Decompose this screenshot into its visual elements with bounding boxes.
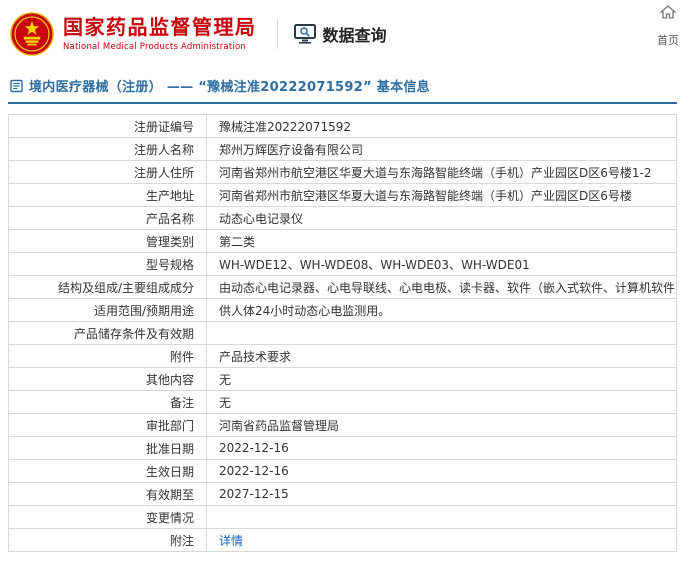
table-row: 适用范围/预期用途 供人体24小时动态心电监测用。 bbox=[8, 298, 677, 322]
row-label: 管理类别 bbox=[8, 229, 207, 253]
table-row: 型号规格 WH-WDE12、WH-WDE08、WH-WDE03、WH-WDE01 bbox=[8, 252, 677, 276]
agency-title: 国家药品监督管理局 bbox=[63, 14, 257, 39]
row-value: 豫械注准20222071592 bbox=[206, 114, 677, 138]
table-row: 注册人名称 郑州万辉医疗设备有限公司 bbox=[8, 137, 677, 161]
home-label[interactable]: 首页 bbox=[657, 32, 679, 48]
row-label: 注册人名称 bbox=[8, 137, 207, 161]
row-label: 备注 bbox=[8, 390, 207, 414]
info-table-body: 注册证编号 豫械注准20222071592 注册人名称 郑州万辉医疗设备有限公司 注册人… bbox=[8, 114, 677, 552]
row-label: 型号规格 bbox=[8, 252, 207, 276]
row-label: 审批部门 bbox=[8, 413, 207, 437]
row-label: 注册证编号 bbox=[8, 114, 207, 138]
table-row: 注册人住所 河南省郑州市航空港区华夏大道与东海路智能终端（手机）产业园区D区6号楼… bbox=[8, 160, 677, 184]
row-value: 河南省药品监督管理局 bbox=[206, 413, 677, 437]
row-label: 批准日期 bbox=[8, 436, 207, 460]
document-icon bbox=[10, 79, 23, 92]
info-table: 注册证编号 豫械注准20222071592 注册人名称 郑州万辉医疗设备有限公司 注册人… bbox=[8, 114, 677, 552]
table-row: 附件 产品技术要求 bbox=[8, 344, 677, 368]
row-label: 结构及组成/主要组成成分 bbox=[8, 275, 207, 299]
row-value bbox=[206, 321, 677, 345]
row-label: 生效日期 bbox=[8, 459, 207, 483]
table-row: 产品储存条件及有效期 bbox=[8, 321, 677, 345]
home-icon[interactable] bbox=[660, 5, 676, 19]
table-row: 审批部门 河南省药品监督管理局 bbox=[8, 413, 677, 437]
row-value: 由动态心电记录器、心电导联线、心电电极、读卡器、软件（嵌入式软件、计算机软件）组… bbox=[206, 275, 677, 299]
data-query-section: 数据查询 bbox=[293, 22, 387, 46]
row-value: 第二类 bbox=[206, 229, 677, 253]
agency-subtitle: National Medical Products Administration bbox=[63, 41, 246, 52]
section-title: 数据查询 bbox=[322, 25, 387, 45]
page-title-bar: 境内医疗器械（注册） —— “豫械注准20222071592” 基本信息 bbox=[8, 76, 677, 104]
agency-brand: 国家药品监督管理局 National Medical Products Admi… bbox=[10, 11, 257, 56]
agency-names: 国家药品监督管理局 National Medical Products Admi… bbox=[63, 16, 257, 52]
row-value: WH-WDE12、WH-WDE08、WH-WDE03、WH-WDE01 bbox=[206, 252, 677, 276]
row-value: 产品技术要求 bbox=[206, 344, 677, 368]
row-value: 河南省郑州市航空港区华夏大道与东海路智能终端（手机）产业园区D区6号楼 bbox=[206, 183, 677, 207]
row-label: 产品名称 bbox=[8, 206, 207, 230]
table-row: 附注 详情 bbox=[8, 528, 677, 552]
page-title: 境内医疗器械（注册） —— “豫械注准20222071592” 基本信息 bbox=[29, 80, 430, 95]
table-row: 生产地址 河南省郑州市航空港区华夏大道与东海路智能终端（手机）产业园区D区6号楼 bbox=[8, 183, 677, 207]
header-divider bbox=[276, 18, 278, 49]
table-row: 结构及组成/主要组成成分 由动态心电记录器、心电导联线、心电电极、读卡器、软件（嵌… bbox=[8, 275, 677, 299]
row-label: 附件 bbox=[8, 344, 207, 368]
table-row: 批准日期 2022-12-16 bbox=[8, 436, 677, 460]
row-value: 详情 bbox=[206, 528, 677, 552]
details-link[interactable]: 详情 bbox=[219, 534, 243, 548]
row-label: 注册人住所 bbox=[8, 160, 207, 184]
table-row: 有效期至 2027-12-15 bbox=[8, 482, 677, 506]
table-row: 注册证编号 豫械注准20222071592 bbox=[8, 114, 677, 138]
row-value: 无 bbox=[206, 390, 677, 414]
table-row: 产品名称 动态心电记录仪 bbox=[8, 206, 677, 230]
row-value: 2022-12-16 bbox=[206, 459, 677, 483]
row-value bbox=[206, 505, 677, 529]
row-value: 供人体24小时动态心电监测用。 bbox=[206, 298, 677, 322]
table-row: 生效日期 2022-12-16 bbox=[8, 459, 677, 483]
table-row: 变更情况 bbox=[8, 505, 677, 529]
home-nav[interactable]: 首页 bbox=[657, 5, 679, 48]
row-label: 有效期至 bbox=[8, 482, 207, 506]
national-emblem-icon bbox=[10, 11, 54, 56]
row-label: 产品储存条件及有效期 bbox=[8, 321, 207, 345]
table-row: 其他内容无 bbox=[8, 367, 677, 391]
row-value: 2022-12-16 bbox=[206, 436, 677, 460]
row-label: 生产地址 bbox=[8, 183, 207, 207]
data-query-icon bbox=[293, 23, 316, 44]
row-value: 动态心电记录仪 bbox=[206, 206, 677, 230]
row-value: 郑州万辉医疗设备有限公司 bbox=[206, 137, 677, 161]
page-header: 国家药品监督管理局 National Medical Products Admi… bbox=[0, 0, 685, 64]
table-row: 备注无 bbox=[8, 390, 677, 414]
row-label: 变更情况 bbox=[8, 505, 207, 529]
row-value: 河南省郑州市航空港区华夏大道与东海路智能终端（手机）产业园区D区6号楼1-2 bbox=[206, 160, 677, 184]
row-label: 适用范围/预期用途 bbox=[8, 298, 207, 322]
table-row: 管理类别 第二类 bbox=[8, 229, 677, 253]
row-label: 附注 bbox=[8, 528, 207, 552]
row-label: 其他内容 bbox=[8, 367, 207, 391]
row-value: 2027-12-15 bbox=[206, 482, 677, 506]
row-value: 无 bbox=[206, 367, 677, 391]
